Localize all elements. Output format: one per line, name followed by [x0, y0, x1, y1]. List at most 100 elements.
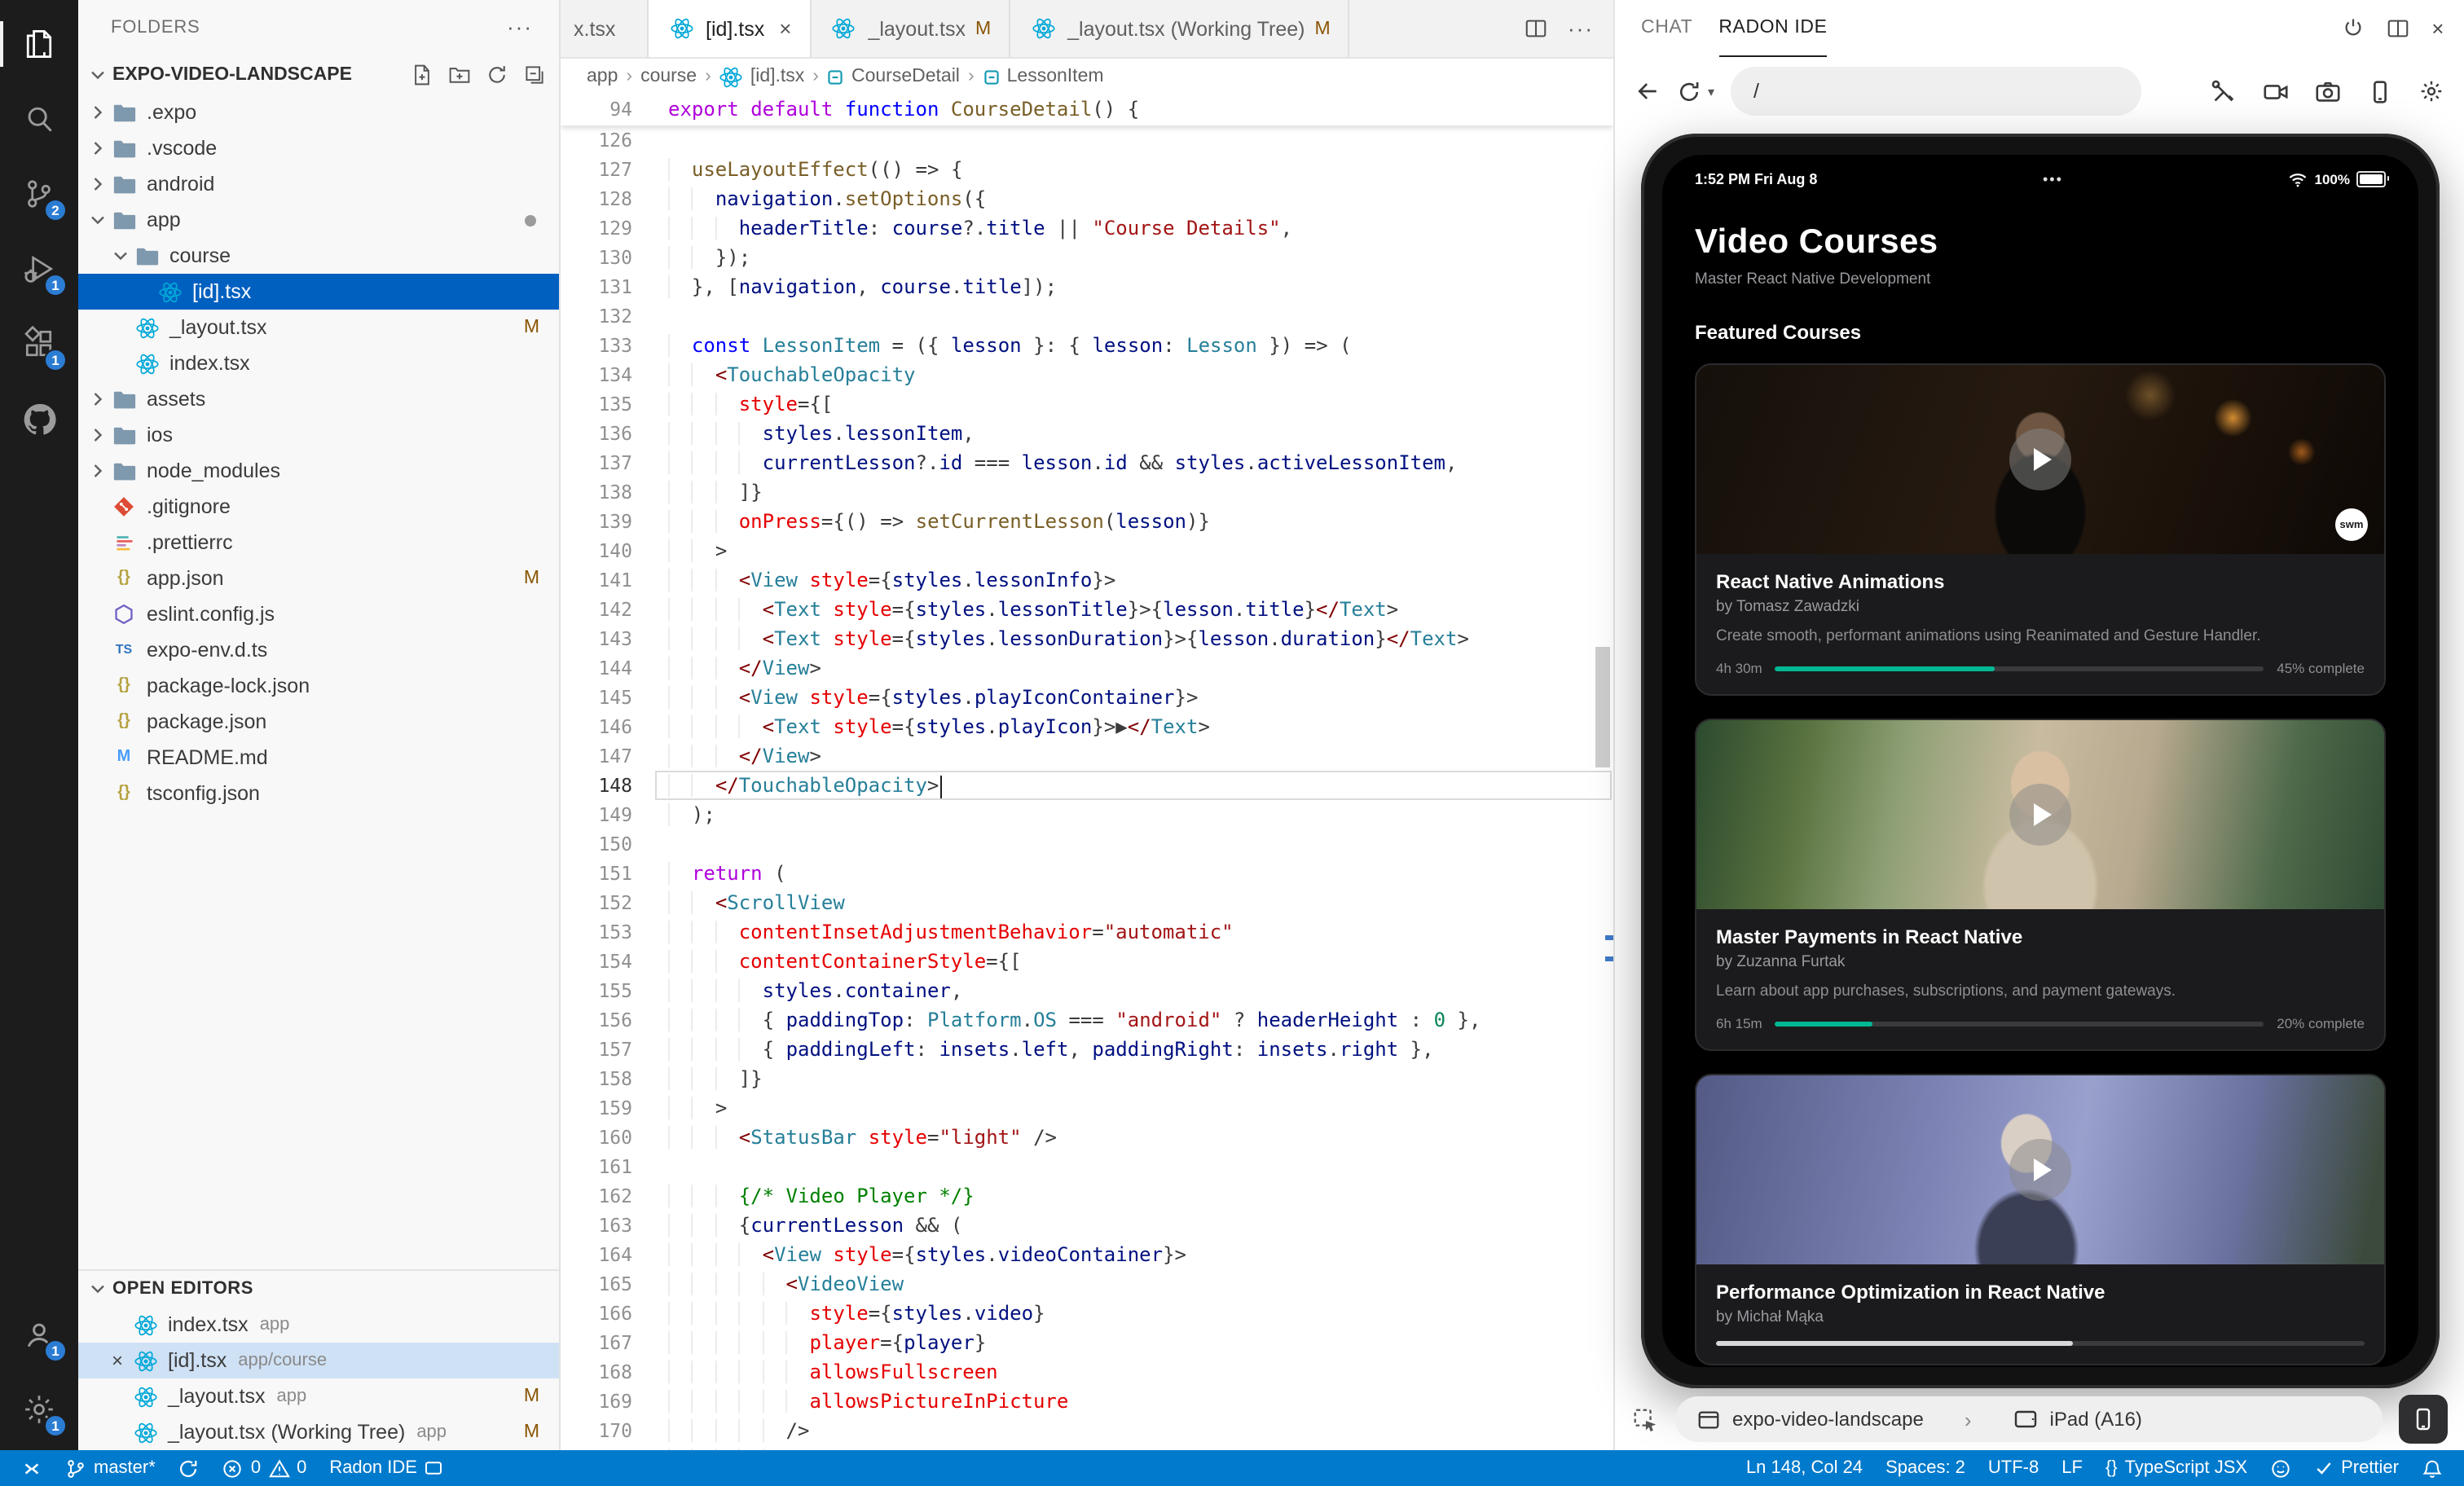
- editor-tab-x.tsx[interactable]: x.tsx: [561, 0, 649, 57]
- folders-more-actions-icon[interactable]: ···: [507, 16, 533, 39]
- code-line[interactable]: 141 <View style={styles.lessonInfo}>: [561, 565, 1613, 595]
- code-line[interactable]: 130 });: [561, 243, 1613, 272]
- open-editor-index.tsx[interactable]: index.tsxapp: [78, 1307, 559, 1343]
- device-rotate-icon[interactable]: [2366, 77, 2394, 105]
- code-line[interactable]: 142 <Text style={styles.lessonTitle}>{le…: [561, 595, 1613, 624]
- tree-item-expo-env.d.ts[interactable]: TSexpo-env.d.ts: [78, 632, 559, 668]
- radon-ide-item[interactable]: Radon IDE: [318, 1450, 455, 1486]
- cursor-position-item[interactable]: Ln 148, Col 24: [1735, 1450, 1874, 1486]
- code-line[interactable]: 131 }, [navigation, course.title]);: [561, 272, 1613, 301]
- tree-item-course[interactable]: course: [78, 238, 559, 274]
- code-line[interactable]: 150: [561, 829, 1613, 859]
- activity-explorer-icon[interactable]: [0, 7, 78, 81]
- editor-more-actions-icon[interactable]: ···: [1568, 18, 1594, 39]
- code-line[interactable]: 135 style={[: [561, 389, 1613, 419]
- open-editor-[id].tsx[interactable]: ×[id].tsxapp/course: [78, 1343, 559, 1378]
- activity-source-control-icon[interactable]: 2: [0, 156, 78, 231]
- code-line[interactable]: 157 { paddingLeft: insets.left, paddingR…: [561, 1035, 1613, 1064]
- activity-settings-icon[interactable]: 1: [0, 1372, 78, 1447]
- code-line[interactable]: 161: [561, 1152, 1613, 1181]
- screenshot-icon[interactable]: [2314, 77, 2342, 105]
- activity-run-debug-icon[interactable]: 1: [0, 231, 78, 306]
- tree-item-node_modules[interactable]: node_modules: [78, 453, 559, 489]
- collapse-folders-icon[interactable]: [523, 64, 546, 86]
- play-button-icon[interactable]: [2009, 784, 2071, 846]
- breadcrumb-app[interactable]: app: [587, 67, 618, 86]
- open-editor-_layout.tsx[interactable]: _layout.tsxappM: [78, 1378, 559, 1414]
- code-line[interactable]: 132: [561, 301, 1613, 331]
- sync-changes-item[interactable]: [167, 1450, 211, 1486]
- course-thumbnail[interactable]: [1696, 720, 2384, 909]
- settings-gear-icon[interactable]: [2418, 78, 2444, 104]
- code-line[interactable]: 148 </TouchableOpacity>: [561, 771, 1613, 800]
- code-line[interactable]: 170 />: [561, 1416, 1613, 1445]
- manage-devices-button[interactable]: [2399, 1395, 2448, 1444]
- code-editor[interactable]: 94export default function CourseDetail()…: [561, 95, 1613, 1450]
- tree-item-android[interactable]: android: [78, 166, 559, 202]
- activity-github-icon[interactable]: [0, 381, 78, 456]
- play-button-icon[interactable]: [2009, 429, 2071, 490]
- code-line[interactable]: 137 currentLesson?.id === lesson.id && s…: [561, 448, 1613, 477]
- activity-extensions-icon[interactable]: 1: [0, 306, 78, 381]
- back-icon[interactable]: [1635, 78, 1661, 104]
- tree-item-index.tsx[interactable]: index.tsx: [78, 345, 559, 381]
- code-line[interactable]: 146 <Text style={styles.playIcon}>▶</Tex…: [561, 712, 1613, 741]
- editor-tab-_layout.tsx (Working Tree)[interactable]: _layout.tsx (Working Tree)M: [1010, 0, 1350, 57]
- panel-tab-RADON IDE[interactable]: RADON IDE: [1718, 0, 1827, 57]
- code-line[interactable]: 158 ]}: [561, 1064, 1613, 1093]
- git-branch-item[interactable]: master*: [54, 1450, 167, 1486]
- indentation-item[interactable]: Spaces: 2: [1874, 1450, 1977, 1486]
- code-line[interactable]: 164 <View style={styles.videoContainer}>: [561, 1240, 1613, 1269]
- breadcrumb-CourseDetail[interactable]: CourseDetail: [827, 67, 960, 86]
- tree-item-.prettierrc[interactable]: .prettierrc: [78, 525, 559, 561]
- remote-indicator[interactable]: [10, 1450, 54, 1486]
- encoding-item[interactable]: UTF-8: [1977, 1450, 2050, 1486]
- code-line[interactable]: 147 </View>: [561, 741, 1613, 771]
- course-thumbnail[interactable]: swm: [1696, 365, 2384, 554]
- breadcrumb-[id].tsx[interactable]: [id].tsx: [719, 64, 804, 89]
- tree-item-.expo[interactable]: .expo: [78, 95, 559, 130]
- editor-tab-_layout.tsx[interactable]: _layout.tsxM: [811, 0, 1010, 57]
- close-tab-icon[interactable]: ×: [779, 16, 791, 41]
- code-line[interactable]: 152 <ScrollView: [561, 888, 1613, 917]
- course-card[interactable]: Performance Optimization in React Native…: [1695, 1074, 2386, 1365]
- tree-item-README.md[interactable]: MREADME.md: [78, 740, 559, 776]
- code-line[interactable]: 163 {currentLesson && (: [561, 1211, 1613, 1240]
- code-line[interactable]: 139 onPress={() => setCurrentLesson(less…: [561, 507, 1613, 536]
- formatter-item[interactable]: Prettier: [2303, 1450, 2410, 1486]
- tree-item-package.json[interactable]: {}package.json: [78, 704, 559, 740]
- screen-record-icon[interactable]: [2262, 77, 2290, 105]
- open-editor-_layout.tsx (Working Tree)[interactable]: _layout.tsx (Working Tree)appM: [78, 1414, 559, 1450]
- activity-account-icon[interactable]: 1: [0, 1297, 78, 1372]
- editor-tab-[id].tsx[interactable]: [id].tsx×: [649, 0, 811, 57]
- tree-item-.vscode[interactable]: .vscode: [78, 130, 559, 166]
- code-line[interactable]: 156 { paddingTop: Platform.OS === "andro…: [561, 1005, 1613, 1035]
- problems-item[interactable]: 0 0: [211, 1450, 319, 1486]
- code-line[interactable]: 140 >: [561, 536, 1613, 565]
- eol-item[interactable]: LF: [2050, 1450, 2094, 1486]
- code-line[interactable]: 143 <Text style={styles.lessonDuration}>…: [561, 624, 1613, 653]
- inspect-element-icon[interactable]: [1631, 1405, 1659, 1433]
- code-line[interactable]: 155 styles.container,: [561, 976, 1613, 1005]
- code-line[interactable]: 160 <StatusBar style="light" />: [561, 1123, 1613, 1152]
- tree-item-app[interactable]: app: [78, 202, 559, 238]
- code-line[interactable]: 127 useLayoutEffect(() => {: [561, 155, 1613, 184]
- tree-item-tsconfig.json[interactable]: {}tsconfig.json: [78, 776, 559, 811]
- tree-item-package-lock.json[interactable]: {}package-lock.json: [78, 668, 559, 704]
- sticky-scroll-line[interactable]: 94export default function CourseDetail()…: [561, 95, 1613, 125]
- code-line[interactable]: 134 <TouchableOpacity: [561, 360, 1613, 389]
- code-line[interactable]: 153 contentInsetAdjustmentBehavior="auto…: [561, 917, 1613, 947]
- course-card[interactable]: Master Payments in React Native by Zuzan…: [1695, 719, 2386, 1051]
- power-icon[interactable]: [2342, 16, 2365, 41]
- breadcrumb-course[interactable]: course: [640, 67, 697, 86]
- reload-icon[interactable]: [1677, 79, 1701, 103]
- project-device-selector[interactable]: expo-video-landscape › iPad (A16): [1675, 1396, 2383, 1442]
- project-root-row[interactable]: EXPO-VIDEO-LANDSCAPE: [78, 55, 559, 95]
- play-button-icon[interactable]: [2009, 1139, 2071, 1201]
- code-line[interactable]: 149 );: [561, 800, 1613, 829]
- close-panel-icon[interactable]: ×: [2431, 16, 2444, 41]
- close-editor-icon[interactable]: ×: [104, 1349, 130, 1372]
- code-line[interactable]: 165 <VideoView: [561, 1269, 1613, 1299]
- editor-scrollbar[interactable]: [1595, 647, 1610, 767]
- course-thumbnail[interactable]: [1696, 1075, 2384, 1264]
